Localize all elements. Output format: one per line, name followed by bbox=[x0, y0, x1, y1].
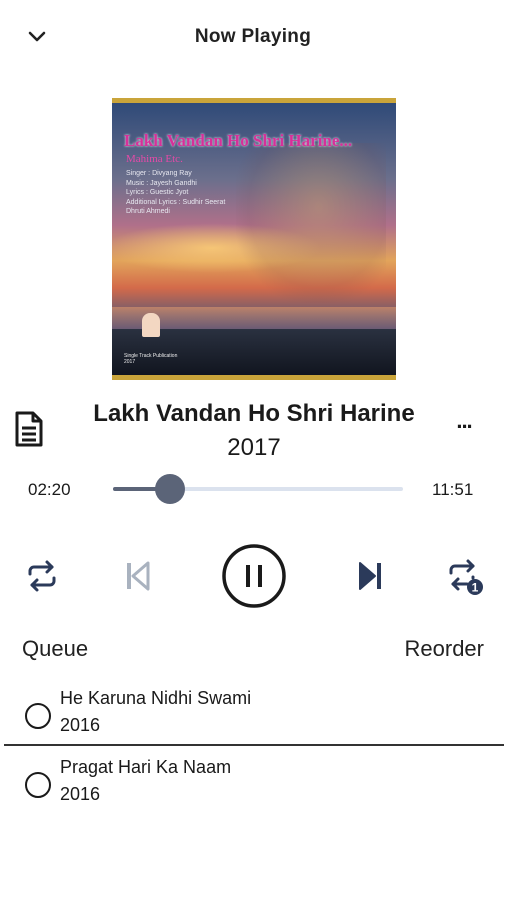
artwork-credit-line: Singer : Divyang Ray bbox=[126, 170, 192, 177]
reorder-button[interactable]: Reorder bbox=[405, 636, 484, 662]
track-title: Lakh Vandan Ho Shri Harine bbox=[93, 400, 415, 427]
elapsed-time: 02:20 bbox=[28, 480, 71, 499]
queue-item-title: He Karuna Nidhi Swami bbox=[60, 688, 252, 708]
artwork-credit-line: Dhruti Ahmedi bbox=[126, 208, 170, 215]
seek-bar[interactable] bbox=[113, 474, 403, 504]
artwork-credit-line: Music : Jayesh Gandhi bbox=[126, 179, 197, 187]
divider bbox=[4, 744, 504, 746]
queue-list-item[interactable]: He Karuna Nidhi Swami 2016 bbox=[0, 683, 506, 749]
queue-item-year: 2016 bbox=[60, 715, 101, 735]
repeat-icon bbox=[28, 560, 56, 592]
skip-previous-icon bbox=[127, 561, 150, 591]
track-year: 2017 bbox=[227, 434, 281, 461]
play-pause-button[interactable] bbox=[221, 543, 287, 609]
document-icon bbox=[15, 411, 43, 447]
previous-button[interactable] bbox=[110, 548, 166, 604]
queue-item-year: 2016 bbox=[60, 784, 101, 804]
skip-next-icon bbox=[359, 562, 381, 590]
artwork-portrait bbox=[142, 313, 160, 337]
seek-bar-thumb[interactable] bbox=[155, 474, 186, 504]
artwork-subtitle: Mahima Etc. bbox=[126, 153, 183, 165]
more-options-button[interactable]: ... bbox=[450, 410, 478, 442]
repeat-button[interactable] bbox=[14, 548, 70, 604]
queue-item-title: Pragat Hari Ka Naam bbox=[60, 757, 232, 777]
repeat-one-button[interactable]: 1 bbox=[436, 548, 492, 604]
repeat-one-icon: 1 bbox=[449, 559, 483, 595]
queue-item-radio[interactable] bbox=[25, 772, 51, 798]
artwork-credits: Singer : Divyang Ray Music : Jayesh Gand… bbox=[126, 169, 225, 217]
album-artwork: Lakh Vandan Ho Shri Harine... Mahima Etc… bbox=[112, 98, 396, 380]
pause-icon bbox=[222, 544, 286, 608]
queue-heading: Queue bbox=[22, 636, 89, 661]
repeat-one-badge: 1 bbox=[472, 581, 479, 595]
artwork-title: Lakh Vandan Ho Shri Harine... bbox=[124, 131, 353, 150]
total-time: 11:51 bbox=[432, 480, 474, 499]
artwork-credit-line: Additional Lyrics : Sudhir Seerat bbox=[126, 198, 226, 206]
artwork-credit-line: Lyrics : Guestic Jyot bbox=[126, 189, 189, 196]
header: Now Playing bbox=[0, 0, 506, 72]
queue-list-item[interactable]: Pragat Hari Ka Naam 2016 bbox=[0, 752, 506, 818]
artwork-publisher: Single Track Publication 2017 bbox=[124, 353, 178, 365]
lyrics-button[interactable] bbox=[12, 410, 46, 448]
page-title: Now Playing bbox=[194, 26, 312, 47]
next-button[interactable] bbox=[342, 548, 398, 604]
queue-item-radio[interactable] bbox=[25, 703, 51, 729]
